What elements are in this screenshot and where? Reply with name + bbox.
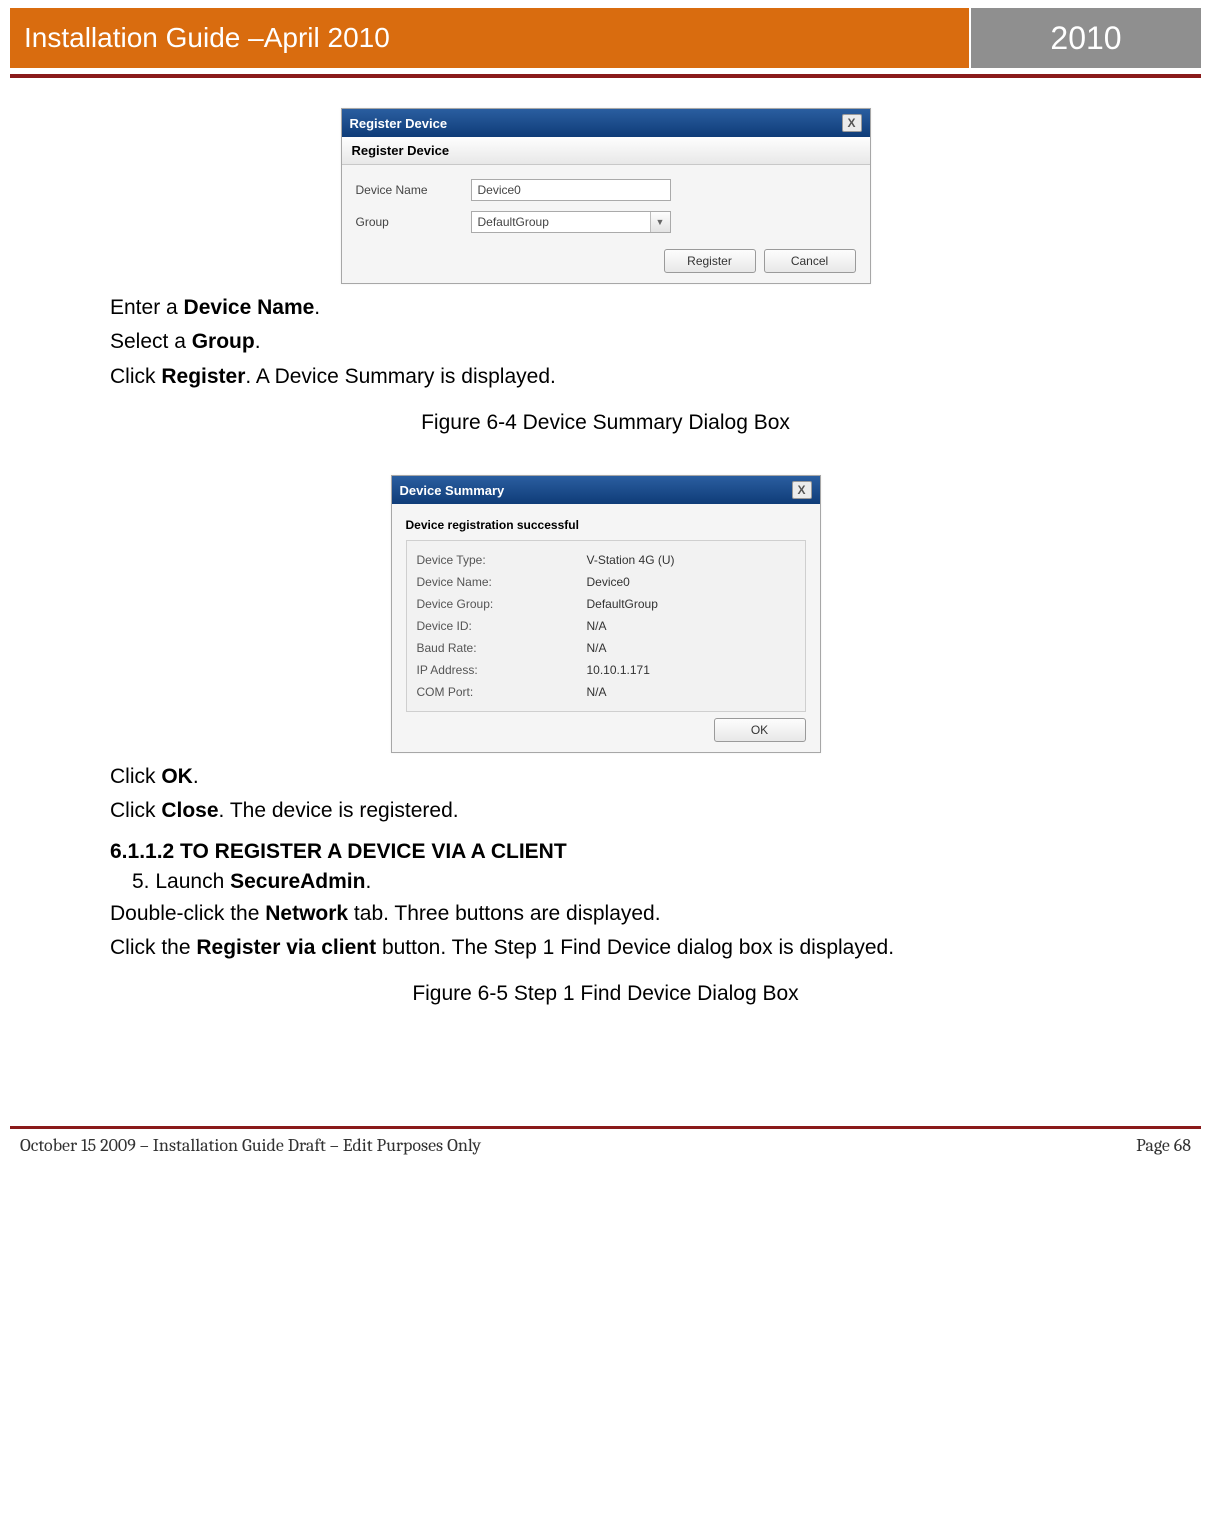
summary-row: Device Name:Device0 [417, 571, 795, 593]
summary-row: Baud Rate:N/A [417, 637, 795, 659]
device-name-row: Device Name Device0 [356, 179, 856, 201]
close-icon[interactable]: X [792, 481, 812, 499]
summary-row: COM Port:N/A [417, 681, 795, 703]
summary-row: Device Type:V-Station 4G (U) [417, 549, 795, 571]
group-select[interactable]: DefaultGroup ▼ [471, 211, 671, 233]
device-name-input[interactable]: Device0 [471, 179, 671, 201]
figure-6-5-caption: Figure 6-5 Step 1 Find Device Dialog Box [110, 982, 1101, 1006]
device-summary-dialog: Device Summary X Device registration suc… [391, 475, 821, 753]
instr-click-register: Click Register. A Device Summary is disp… [110, 363, 1101, 391]
summary-row: Device ID:N/A [417, 615, 795, 637]
chevron-down-icon[interactable]: ▼ [650, 212, 670, 232]
device-name-label: Device Name [356, 183, 471, 197]
dialog-title-text: Register Device [350, 116, 448, 131]
summary-row: IP Address:10.10.1.171 [417, 659, 795, 681]
dialog-title-text: Device Summary [400, 483, 505, 498]
instr-network-tab: Double-click the Network tab. Three butt… [110, 900, 1101, 928]
dialog-body: Device Name Device0 Group DefaultGroup ▼… [342, 165, 870, 283]
dialog-titlebar: Device Summary X [392, 476, 820, 504]
page-header: Installation Guide –April 2010 2010 [10, 8, 1201, 68]
group-select-value: DefaultGroup [472, 212, 650, 232]
section-heading: 6.1.1.2 TO REGISTER A DEVICE VIA A CLIEN… [110, 840, 1101, 864]
registration-status: Device registration successful [406, 518, 806, 532]
summary-box: Device Type:V-Station 4G (U) Device Name… [406, 540, 806, 712]
figure-6-4-caption: Figure 6-4 Device Summary Dialog Box [110, 411, 1101, 435]
dialog-buttons: Register Cancel [356, 243, 856, 273]
dialog-buttons: OK [406, 712, 806, 742]
instr-enter-device-name: Enter a Device Name. [110, 294, 1101, 322]
group-row: Group DefaultGroup ▼ [356, 211, 856, 233]
instr-click-ok: Click OK. [110, 763, 1101, 791]
instr-click-close: Click Close. The device is registered. [110, 797, 1101, 825]
footer-left: October 15 2009 – Installation Guide Dra… [20, 1135, 481, 1156]
step-5: 5. Launch SecureAdmin. [132, 870, 1101, 894]
header-year: 2010 [971, 8, 1201, 68]
page-footer: October 15 2009 – Installation Guide Dra… [0, 1129, 1211, 1174]
instr-select-group: Select a Group. [110, 328, 1101, 356]
page-content: Register Device X Register Device Device… [0, 78, 1211, 1006]
header-title: Installation Guide –April 2010 [10, 8, 971, 68]
register-device-dialog: Register Device X Register Device Device… [341, 108, 871, 284]
footer-right: Page 68 [1136, 1135, 1191, 1156]
summary-row: Device Group:DefaultGroup [417, 593, 795, 615]
dialog-titlebar: Register Device X [342, 109, 870, 137]
register-button[interactable]: Register [664, 249, 756, 273]
close-icon[interactable]: X [842, 114, 862, 132]
group-label: Group [356, 215, 471, 229]
dialog-body: Device registration successful Device Ty… [392, 504, 820, 752]
register-tab: Register Device [342, 137, 870, 165]
instr-register-via-client: Click the Register via client button. Th… [110, 934, 1101, 962]
ok-button[interactable]: OK [714, 718, 806, 742]
cancel-button[interactable]: Cancel [764, 249, 856, 273]
